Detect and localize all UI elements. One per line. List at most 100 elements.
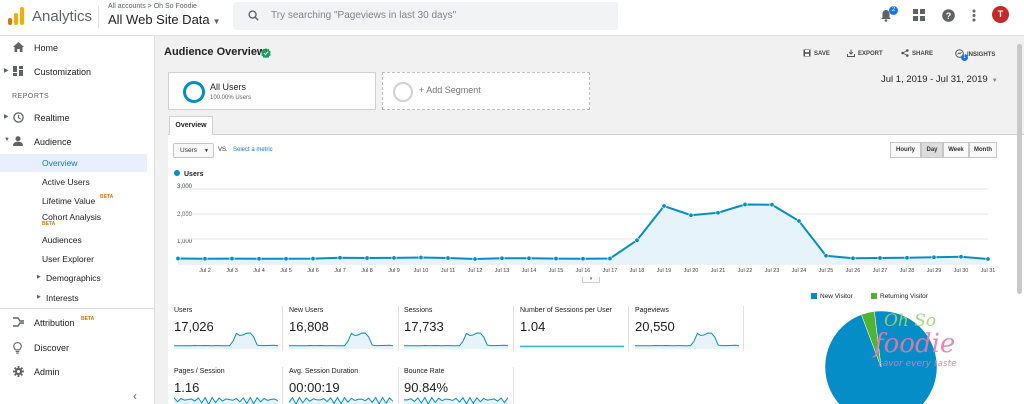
property-view-selector[interactable]: All Web Site Data ▼ (108, 12, 221, 27)
x-tick-label: Jul 13 (494, 268, 510, 274)
verified-check-icon (261, 48, 271, 58)
chart-collapse-handle-icon[interactable]: ▾ (582, 277, 600, 283)
share-button[interactable]: SHARE (901, 49, 933, 57)
app-name[interactable]: Analytics (32, 8, 92, 25)
more-vert-icon[interactable] (972, 9, 976, 22)
person-icon (13, 136, 23, 146)
data-point (823, 253, 829, 259)
x-tick-label: Jul 29 (926, 268, 942, 274)
collapse-sidebar-chevron-icon[interactable]: ‹ (133, 389, 137, 403)
x-tick-label: Jul 14 (521, 268, 537, 274)
sidebar-item-label: Audience (34, 137, 72, 147)
sidebar-item-home[interactable]: Home (0, 39, 154, 57)
legend-label: New Visitor (820, 293, 853, 300)
sidebar-item-overview[interactable]: Overview (0, 154, 147, 172)
x-tick-label: Jul 28 (899, 268, 915, 274)
x-tick-label: Jul 26 (845, 268, 861, 274)
sidebar-item-audience[interactable]: ▼ Audience (0, 133, 154, 151)
sidebar-item-attribution[interactable]: Attribution BETA (0, 314, 154, 332)
sidebar-item-interests[interactable]: ▶ Interests (0, 289, 147, 307)
divider (513, 367, 514, 404)
search-box[interactable]: Try searching "Pageviews in last 30 days… (233, 2, 618, 30)
insights-label: INSIGHTS (967, 52, 996, 58)
x-tick-label: Jul 23 (764, 268, 780, 274)
pie-legend-new-visitor[interactable]: New Visitor (811, 293, 853, 300)
sparkline-fill (404, 333, 508, 349)
x-tick-label: Jul 3 (226, 268, 238, 274)
sidebar-item-active-users[interactable]: Active Users (0, 173, 147, 191)
sidebar-item-demographics[interactable]: ▶ Demographics (0, 269, 147, 287)
expand-arrow-icon: ▶ (37, 294, 41, 300)
x-tick-label: Jul 20 (683, 268, 699, 274)
sparkline (289, 332, 393, 349)
sidebar-item-label: Overview (42, 158, 78, 168)
divider (398, 306, 399, 351)
watermark-tagline: savor every taste (878, 359, 957, 369)
pie-legend-returning-visitor[interactable]: Returning Visitor (871, 293, 928, 300)
add-segment-label: + Add Segment (419, 85, 481, 95)
page-scrollbar[interactable] (1017, 44, 1022, 294)
sidebar-item-label: Attribution (34, 318, 75, 328)
x-tick-label: Jul 16 (575, 268, 591, 274)
x-tick-label: Jul 10 (413, 268, 429, 274)
add-segment-button[interactable]: + Add Segment (382, 72, 590, 110)
x-tick-label: Jul 19 (656, 268, 672, 274)
data-point (742, 202, 748, 208)
analytics-logo-icon[interactable] (8, 7, 24, 25)
sidebar-item-customization[interactable]: ▶ Customization (0, 63, 154, 81)
sidebar-item-user-explorer[interactable]: User Explorer (0, 250, 147, 268)
sidebar-item-discover[interactable]: Discover (0, 339, 154, 357)
divider (513, 306, 514, 351)
expand-arrow-icon: ▶ (4, 68, 9, 74)
sparkline-line (404, 332, 508, 347)
data-point (877, 255, 883, 261)
reports-section-label: REPORTS (12, 93, 50, 100)
dashboard-icon (13, 66, 23, 76)
save-button[interactable]: SAVE (803, 49, 830, 57)
date-range-picker[interactable]: Jul 1, 2019 - Jul 31, 2019 ▼ (881, 74, 998, 85)
metric-name: New Users (289, 307, 324, 314)
account-breadcrumb[interactable]: All accounts > Oh So Foodie (108, 3, 197, 10)
sidebar-item-lifetime-value[interactable]: Lifetime Value BETA (0, 192, 147, 210)
segment-all-users[interactable]: All Users 100.00% Users (168, 72, 376, 110)
sidebar-item-cohort-analysis[interactable]: Cohort Analysis BETA (0, 209, 147, 227)
property-name: All Web Site Data (108, 12, 210, 27)
sparkline (520, 345, 624, 349)
data-point (607, 256, 613, 262)
x-tick-label: Jul 5 (280, 268, 292, 274)
data-point (985, 256, 991, 262)
page-title: Audience Overview (164, 46, 266, 58)
share-label: SHARE (912, 51, 934, 57)
sidebar-item-admin[interactable]: Admin (0, 363, 154, 381)
data-point (175, 256, 181, 262)
sidebar-item-label: User Explorer (42, 254, 94, 264)
users-area-chart[interactable] (168, 135, 1024, 275)
sidebar-item-realtime[interactable]: ▶ Realtime (0, 109, 154, 127)
x-tick-label: Jul 4 (253, 268, 265, 274)
account-avatar[interactable]: T (992, 6, 1009, 23)
metric-name: Avg. Session Duration (289, 368, 359, 375)
sidebar-item-audiences[interactable]: Audiences (0, 231, 147, 249)
export-button[interactable]: EXPORT (847, 49, 883, 57)
help-icon[interactable]: ? (942, 9, 955, 22)
apps-grid-icon[interactable] (913, 9, 925, 21)
divider (628, 306, 629, 351)
tab-overview[interactable]: Overview (169, 116, 213, 135)
divider (743, 306, 744, 351)
sidebar-item-label: Admin (34, 367, 60, 377)
home-icon (13, 42, 24, 52)
x-tick-label: Jul 27 (872, 268, 888, 274)
watermark-line2: foodie (872, 329, 955, 359)
beta-badge: BETA (100, 194, 114, 200)
x-tick-label: Jul 18 (629, 268, 645, 274)
data-point (310, 256, 316, 262)
sparkline-fill (289, 333, 393, 349)
data-point (958, 254, 964, 260)
legend-label: Returning Visitor (880, 293, 928, 300)
collapse-arrow-icon: ▼ (4, 137, 10, 143)
expand-arrow-icon: ▶ (37, 274, 41, 280)
data-point (256, 256, 262, 262)
svg-text:?: ? (946, 11, 952, 21)
sparkline (174, 332, 278, 349)
x-tick-label: Jul 2 (199, 268, 211, 274)
